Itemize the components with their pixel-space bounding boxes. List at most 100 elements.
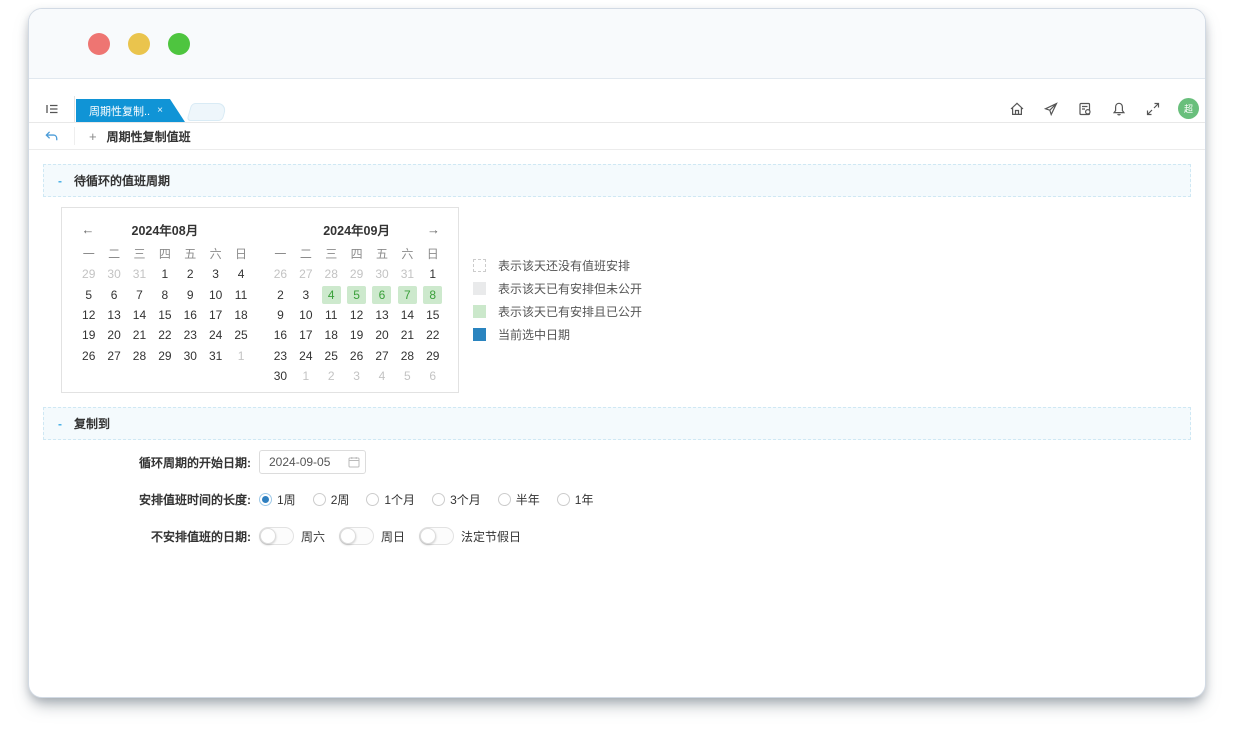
calendar-day[interactable]: 5 <box>344 284 369 304</box>
calendar-day[interactable]: 31 <box>127 264 152 284</box>
calendar-day[interactable]: 12 <box>344 305 369 325</box>
calendar-day[interactable]: 3 <box>203 264 228 284</box>
calendar-day[interactable]: 23 <box>268 346 293 366</box>
duration-radio-option[interactable]: 半年 <box>498 491 540 508</box>
calendar-day[interactable]: 15 <box>420 305 445 325</box>
calendar-day[interactable]: 2 <box>178 264 203 284</box>
calendar-day[interactable]: 13 <box>369 305 394 325</box>
calendar-day[interactable]: 18 <box>319 325 344 345</box>
collapse-section-icon[interactable]: - <box>58 174 62 188</box>
calendar-day[interactable]: 27 <box>369 346 394 366</box>
calendar-day[interactable]: 10 <box>293 305 318 325</box>
bell-icon[interactable] <box>1110 100 1127 117</box>
tab-close-icon[interactable]: × <box>157 105 163 116</box>
calendar-day[interactable]: 17 <box>293 325 318 345</box>
calendar-day[interactable]: 28 <box>127 346 152 366</box>
calendar-day[interactable]: 17 <box>203 305 228 325</box>
calendar-day[interactable]: 14 <box>127 305 152 325</box>
calendar-day[interactable]: 31 <box>395 264 420 284</box>
calendar-day[interactable]: 29 <box>76 264 101 284</box>
calendar-day[interactable]: 24 <box>293 346 318 366</box>
user-avatar[interactable]: 超 <box>1178 98 1199 119</box>
close-window-button[interactable] <box>88 33 110 55</box>
calendar-day[interactable]: 23 <box>178 325 203 345</box>
calendar-day[interactable]: 6 <box>101 284 126 304</box>
calendar-day[interactable]: 7 <box>127 284 152 304</box>
calendar-day[interactable]: 28 <box>319 264 344 284</box>
document-icon[interactable] <box>1076 100 1093 117</box>
calendar-day[interactable]: 20 <box>101 325 126 345</box>
calendar-day[interactable]: 4 <box>319 284 344 304</box>
calendar-day[interactable]: 25 <box>319 346 344 366</box>
calendar-day[interactable]: 28 <box>395 346 420 366</box>
minimize-window-button[interactable] <box>128 33 150 55</box>
calendar-day[interactable]: 26 <box>344 346 369 366</box>
collapse-section-icon[interactable]: - <box>58 417 62 431</box>
duration-radio-option[interactable]: 1周 <box>259 491 296 508</box>
calendar-day[interactable]: 30 <box>178 346 203 366</box>
calendar-prev-icon[interactable]: ← <box>76 222 100 237</box>
calendar-day[interactable]: 30 <box>369 264 394 284</box>
calendar-day[interactable]: 9 <box>268 305 293 325</box>
calendar-day[interactable]: 11 <box>319 305 344 325</box>
calendar-day[interactable]: 2 <box>268 284 293 304</box>
duration-radio-option[interactable]: 1年 <box>557 491 594 508</box>
calendar-day[interactable]: 30 <box>268 366 293 386</box>
calendar-day[interactable]: 16 <box>268 325 293 345</box>
calendar-day[interactable]: 1 <box>152 264 177 284</box>
calendar-day[interactable]: 20 <box>369 325 394 345</box>
duration-radio-option[interactable]: 1个月 <box>366 491 415 508</box>
calendar-day[interactable]: 2 <box>319 366 344 386</box>
calendar-day[interactable]: 14 <box>395 305 420 325</box>
calendar-day[interactable]: 1 <box>228 346 253 366</box>
fullscreen-icon[interactable] <box>1144 100 1161 117</box>
toggle-switch[interactable] <box>259 527 294 545</box>
calendar-day[interactable]: 21 <box>395 325 420 345</box>
calendar-day[interactable]: 6 <box>369 284 394 304</box>
collapse-menu-button[interactable] <box>29 96 75 122</box>
calendar-day[interactable]: 6 <box>420 366 445 386</box>
calendar-day[interactable]: 27 <box>293 264 318 284</box>
calendar-day[interactable]: 8 <box>420 284 445 304</box>
back-button[interactable] <box>29 127 75 145</box>
calendar-day[interactable]: 1 <box>420 264 445 284</box>
calendar-day[interactable]: 26 <box>268 264 293 284</box>
maximize-window-button[interactable] <box>168 33 190 55</box>
calendar-day[interactable]: 29 <box>344 264 369 284</box>
calendar-day[interactable]: 29 <box>152 346 177 366</box>
calendar-day[interactable]: 25 <box>228 325 253 345</box>
duration-radio-option[interactable]: 3个月 <box>432 491 481 508</box>
calendar-day[interactable]: 21 <box>127 325 152 345</box>
calendar-day[interactable]: 1 <box>293 366 318 386</box>
calendar-day[interactable]: 27 <box>101 346 126 366</box>
calendar-day[interactable]: 7 <box>395 284 420 304</box>
calendar-day[interactable]: 5 <box>395 366 420 386</box>
calendar-day[interactable]: 8 <box>152 284 177 304</box>
calendar-day[interactable]: 10 <box>203 284 228 304</box>
calendar-day[interactable]: 16 <box>178 305 203 325</box>
tab-periodic-copy[interactable]: 周期性复制.. × <box>76 99 185 122</box>
calendar-day[interactable]: 18 <box>228 305 253 325</box>
calendar-day[interactable]: 15 <box>152 305 177 325</box>
toggle-switch[interactable] <box>339 527 374 545</box>
send-icon[interactable] <box>1042 100 1059 117</box>
calendar-day[interactable]: 4 <box>369 366 394 386</box>
calendar-day[interactable]: 22 <box>152 325 177 345</box>
calendar-day[interactable]: 3 <box>293 284 318 304</box>
calendar-day[interactable]: 9 <box>178 284 203 304</box>
calendar-day[interactable]: 19 <box>344 325 369 345</box>
calendar-day[interactable]: 4 <box>228 264 253 284</box>
calendar-day[interactable]: 13 <box>101 305 126 325</box>
toggle-switch[interactable] <box>419 527 454 545</box>
calendar-day[interactable]: 19 <box>76 325 101 345</box>
calendar-day[interactable]: 22 <box>420 325 445 345</box>
calendar-day[interactable]: 5 <box>76 284 101 304</box>
calendar-day[interactable]: 3 <box>344 366 369 386</box>
calendar-day[interactable]: 26 <box>76 346 101 366</box>
inactive-tab-stub[interactable] <box>186 103 227 121</box>
calendar-day[interactable]: 31 <box>203 346 228 366</box>
duration-radio-option[interactable]: 2周 <box>313 491 350 508</box>
calendar-day[interactable]: 30 <box>101 264 126 284</box>
calendar-next-icon[interactable]: → <box>421 222 445 237</box>
calendar-day[interactable]: 29 <box>420 346 445 366</box>
